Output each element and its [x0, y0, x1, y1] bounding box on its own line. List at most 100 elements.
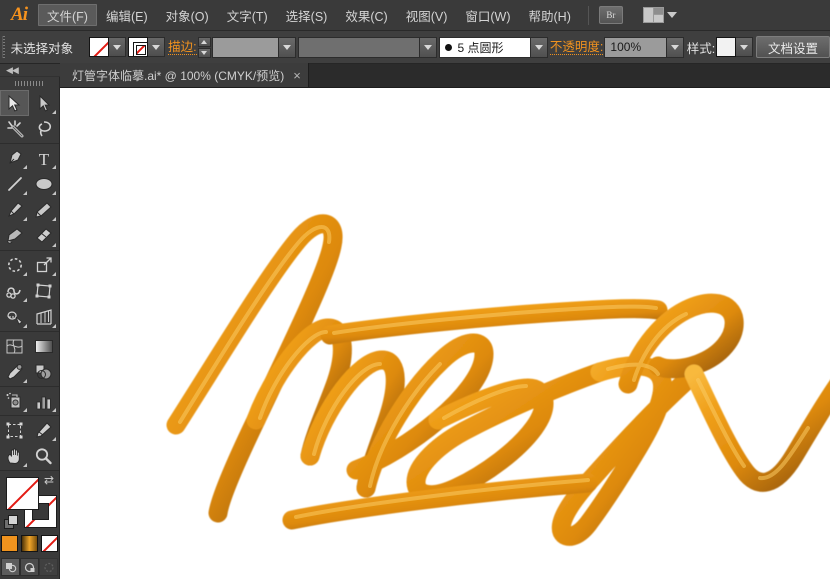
- draw-inside-button[interactable]: [39, 558, 58, 576]
- perspective-grid-tool[interactable]: [29, 304, 58, 330]
- control-bar-grip[interactable]: [2, 36, 5, 58]
- pen-tool[interactable]: [0, 145, 29, 171]
- selection-tool[interactable]: [0, 90, 29, 116]
- tools-panel-grip[interactable]: [0, 77, 60, 89]
- chevron-down-icon: [201, 51, 207, 55]
- magic-wand-tool[interactable]: [0, 116, 29, 142]
- bridge-button[interactable]: Br: [599, 6, 623, 24]
- zoom-tool[interactable]: [29, 443, 58, 469]
- document-setup-button[interactable]: 文档设置: [756, 36, 830, 58]
- default-fill-stroke-icon[interactable]: [4, 515, 19, 530]
- menu-type[interactable]: 文字(T): [218, 4, 277, 26]
- pencil-tool[interactable]: [29, 197, 58, 223]
- chevron-down-icon: [535, 45, 543, 50]
- style-swatch[interactable]: [716, 37, 736, 57]
- color-mode-button[interactable]: [1, 535, 18, 552]
- hand-tool[interactable]: [0, 443, 29, 469]
- menu-window[interactable]: 窗口(W): [456, 4, 519, 26]
- menu-object[interactable]: 对象(O): [157, 4, 218, 26]
- style-label: 样式:: [687, 38, 715, 57]
- artboard-tool[interactable]: [0, 417, 29, 443]
- scale-tool[interactable]: [29, 252, 58, 278]
- fill-dropdown-button[interactable]: [109, 37, 126, 57]
- lasso-tool[interactable]: [29, 116, 58, 142]
- stroke-weight-dropdown-button[interactable]: [279, 37, 296, 58]
- draw-mode-row: [0, 558, 59, 576]
- tool-group-transform: [0, 251, 59, 332]
- column-graph-tool[interactable]: [29, 388, 58, 414]
- document-tab[interactable]: 灯管字体临摹.ai* @ 100% (CMYK/预览) ×: [60, 63, 309, 87]
- tools-panel-collapse-button[interactable]: ◀◀: [0, 64, 60, 77]
- app-logo: Ai: [0, 0, 38, 31]
- gradient-mode-button[interactable]: [21, 535, 38, 552]
- menu-bar: Ai 文件(F) 编辑(E) 对象(O) 文字(T) 选择(S) 效果(C) 视…: [0, 0, 830, 31]
- fill-stroke-indicator: ⇄: [0, 471, 60, 533]
- eyedropper-tool[interactable]: [0, 359, 29, 385]
- shape-builder-tool[interactable]: [0, 304, 29, 330]
- opacity-input[interactable]: 100%: [604, 37, 667, 58]
- document-canvas[interactable]: [60, 88, 830, 579]
- paintbrush-tool[interactable]: [0, 197, 29, 223]
- stroke-swatch[interactable]: [128, 37, 148, 57]
- brush-definition-value[interactable]: 5 点圆形: [439, 37, 531, 58]
- style-control[interactable]: [716, 37, 753, 57]
- draw-normal-button[interactable]: [1, 558, 20, 576]
- none-mode-button[interactable]: [41, 535, 58, 552]
- brush-definition-control[interactable]: 5 点圆形: [439, 37, 548, 58]
- type-tool[interactable]: T: [29, 145, 58, 171]
- stroke-profile-control[interactable]: [298, 37, 437, 58]
- eraser-tool[interactable]: [29, 223, 58, 249]
- svg-text:T: T: [38, 150, 49, 167]
- chevron-down-icon: [152, 45, 160, 50]
- swap-fill-stroke-icon[interactable]: ⇄: [44, 473, 54, 487]
- stroke-label[interactable]: 描边:: [168, 40, 196, 55]
- opacity-dropdown-button[interactable]: [667, 37, 684, 58]
- menu-edit[interactable]: 编辑(E): [97, 4, 157, 26]
- gradient-tool[interactable]: [29, 333, 58, 359]
- stroke-weight-control[interactable]: [212, 37, 296, 58]
- stroke-weight-stepper[interactable]: [198, 37, 211, 58]
- tools-panel: ◀◀: [0, 64, 60, 579]
- style-dropdown-button[interactable]: [736, 37, 753, 57]
- color-mode-row: [0, 535, 59, 552]
- stroke-profile-dropdown-button[interactable]: [420, 37, 437, 58]
- tool-group-color: [0, 332, 59, 387]
- menu-select[interactable]: 选择(S): [277, 4, 337, 26]
- chevron-down-icon: [113, 45, 121, 50]
- menu-effect[interactable]: 效果(C): [336, 4, 396, 26]
- fill-indicator[interactable]: [6, 477, 39, 510]
- stroke-control[interactable]: [128, 37, 165, 57]
- menu-divider: [588, 6, 589, 25]
- fill-control[interactable]: [89, 37, 126, 57]
- ellipse-tool[interactable]: [29, 171, 58, 197]
- tool-group-symbols: [0, 387, 59, 416]
- fill-swatch[interactable]: [89, 37, 109, 57]
- tool-group-artboard: [0, 416, 59, 471]
- mesh-tool[interactable]: [0, 333, 29, 359]
- blend-tool[interactable]: [29, 359, 58, 385]
- line-segment-tool[interactable]: [0, 171, 29, 197]
- blob-brush-tool[interactable]: [0, 223, 29, 249]
- inter-lettering-artwork: [60, 88, 830, 579]
- slice-tool[interactable]: [29, 417, 58, 443]
- stroke-weight-input[interactable]: [212, 37, 279, 58]
- width-tool[interactable]: [0, 278, 29, 304]
- menu-file[interactable]: 文件(F): [38, 4, 97, 26]
- free-transform-tool[interactable]: [29, 278, 58, 304]
- workspace-switcher[interactable]: [643, 7, 677, 23]
- stroke-profile-input[interactable]: [298, 37, 420, 58]
- opacity-label[interactable]: 不透明度:: [550, 40, 603, 55]
- direct-selection-tool[interactable]: [29, 90, 58, 116]
- menu-view[interactable]: 视图(V): [397, 4, 457, 26]
- symbol-sprayer-tool[interactable]: [0, 388, 29, 414]
- close-icon[interactable]: ×: [293, 69, 301, 82]
- stroke-dropdown-button[interactable]: [148, 37, 165, 57]
- chevron-down-icon: [667, 12, 677, 18]
- opacity-control[interactable]: 100%: [604, 37, 684, 58]
- brush-definition-dropdown-button[interactable]: [531, 37, 548, 58]
- chevron-down-icon: [283, 45, 291, 50]
- draw-behind-button[interactable]: [20, 558, 39, 576]
- rotate-tool[interactable]: [0, 252, 29, 278]
- workspace-switcher-icon: [643, 7, 664, 23]
- menu-help[interactable]: 帮助(H): [520, 4, 580, 26]
